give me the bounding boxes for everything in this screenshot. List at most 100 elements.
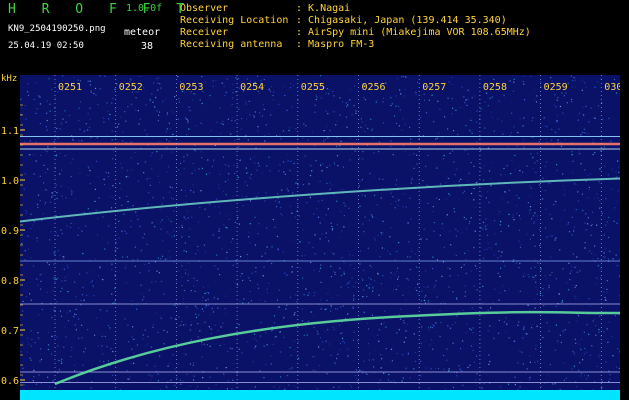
noise-speck [507, 201, 509, 203]
noise-speck [378, 151, 380, 153]
noise-speck [439, 310, 441, 312]
noise-speck [488, 201, 490, 204]
noise-speck [495, 243, 497, 245]
noise-speck [427, 301, 430, 303]
noise-speck [181, 276, 183, 278]
noise-speck [199, 206, 201, 208]
noise-speck [179, 162, 182, 165]
noise-speck [26, 212, 28, 214]
noise-speck [409, 126, 411, 128]
noise-speck [417, 283, 419, 285]
noise-speck [146, 343, 148, 345]
noise-speck [263, 377, 265, 379]
noise-speck [213, 160, 215, 162]
noise-speck [615, 366, 618, 368]
noise-speck [315, 160, 317, 162]
noise-speck [137, 180, 139, 182]
noise-speck [111, 263, 113, 265]
noise-speck [458, 198, 461, 200]
noise-speck [205, 299, 207, 301]
noise-speck [452, 130, 455, 132]
noise-speck [60, 229, 62, 231]
noise-speck [306, 334, 308, 336]
noise-speck [340, 211, 342, 213]
noise-speck [313, 269, 315, 271]
noise-speck [86, 272, 88, 274]
noise-speck [612, 258, 614, 260]
noise-speck [304, 255, 306, 257]
noise-speck [55, 278, 57, 280]
noise-speck [346, 126, 348, 128]
noise-speck [107, 360, 109, 362]
noise-speck [186, 306, 188, 308]
noise-speck [121, 167, 123, 169]
noise-speck [150, 203, 152, 206]
noise-speck [32, 380, 34, 382]
noise-speck [555, 237, 557, 239]
noise-speck [169, 127, 171, 130]
noise-speck [407, 256, 409, 258]
noise-speck [148, 289, 150, 291]
noise-speck [30, 345, 32, 347]
noise-speck [434, 368, 437, 370]
noise-speck [555, 305, 557, 308]
noise-speck [614, 315, 616, 317]
noise-speck [352, 339, 355, 341]
noise-speck [449, 268, 451, 270]
noise-speck [617, 348, 619, 350]
noise-speck [38, 314, 40, 316]
noise-speck [352, 255, 354, 257]
noise-speck [89, 170, 91, 172]
noise-speck [609, 250, 611, 252]
noise-speck [218, 228, 220, 230]
noise-speck [336, 120, 338, 122]
noise-speck [190, 339, 192, 341]
noise-speck [368, 359, 370, 361]
noise-speck [35, 278, 37, 280]
noise-speck [360, 126, 362, 128]
noise-speck [427, 286, 429, 288]
noise-speck [101, 345, 103, 347]
noise-speck [534, 162, 536, 164]
noise-speck [577, 119, 579, 121]
noise-speck [367, 343, 369, 345]
noise-speck [139, 76, 141, 78]
noise-speck [130, 169, 133, 171]
noise-speck [283, 171, 285, 173]
noise-speck [217, 307, 219, 309]
noise-speck [595, 325, 597, 327]
noise-speck [160, 221, 162, 223]
noise-speck [425, 295, 427, 297]
noise-speck [166, 258, 168, 260]
noise-speck [52, 380, 54, 382]
noise-speck [69, 310, 71, 312]
noise-speck [555, 278, 557, 280]
noise-speck [407, 352, 409, 354]
noise-speck [536, 215, 538, 217]
noise-speck [248, 100, 250, 102]
noise-speck [201, 308, 203, 310]
noise-speck [523, 146, 525, 148]
noise-speck [556, 164, 558, 166]
noise-speck [51, 335, 53, 337]
noise-speck [438, 198, 440, 201]
noise-speck [158, 111, 161, 113]
noise-speck [40, 154, 42, 156]
noise-speck [266, 344, 268, 346]
noise-speck [125, 176, 127, 178]
noise-speck [554, 131, 556, 133]
noise-speck [215, 384, 217, 386]
noise-speck [473, 165, 475, 167]
noise-speck [48, 332, 50, 334]
noise-speck [528, 276, 530, 278]
noise-speck [351, 114, 353, 116]
noise-speck [495, 261, 497, 264]
noise-speck [278, 306, 280, 308]
noise-speck [190, 324, 192, 326]
noise-speck [536, 152, 538, 154]
noise-speck [569, 279, 571, 281]
noise-speck [444, 116, 446, 118]
noise-speck [576, 256, 578, 258]
noise-speck [33, 173, 35, 175]
noise-speck [309, 196, 311, 199]
